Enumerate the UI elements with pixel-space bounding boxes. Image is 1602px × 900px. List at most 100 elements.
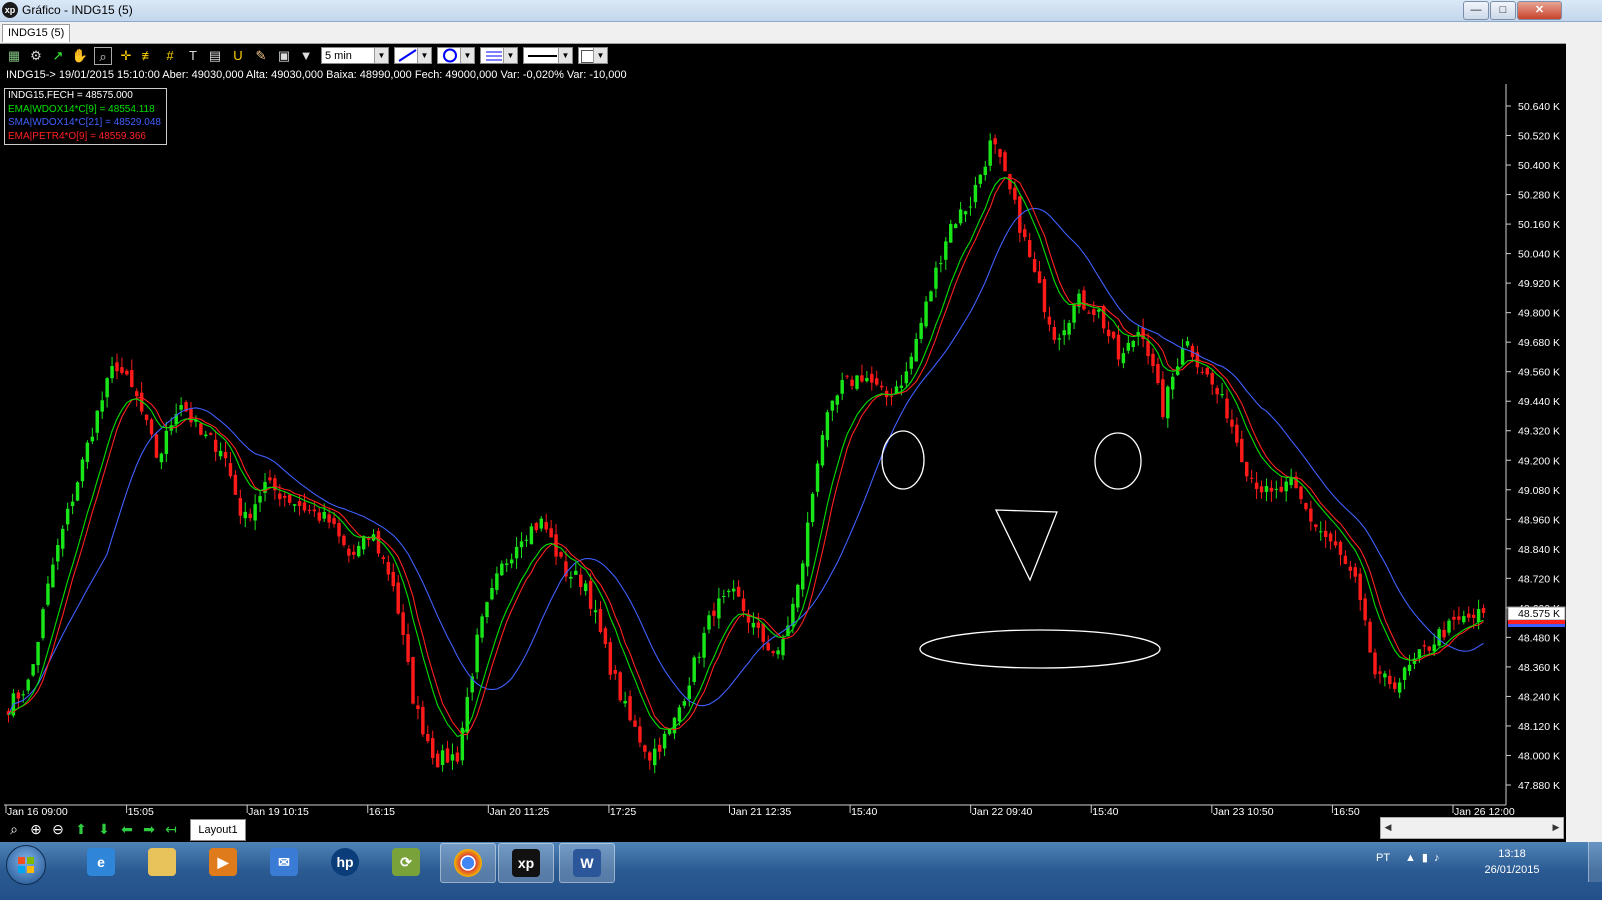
- candle-body: [1393, 682, 1397, 689]
- scroll-left-icon[interactable]: ◀: [1381, 818, 1395, 836]
- candle-body: [406, 634, 410, 662]
- arrow-right-icon[interactable]: ➡: [140, 820, 158, 838]
- legend-sma21: SMA|WDOX14*C[21] = 48529.048: [8, 117, 161, 128]
- legend-ema-petr: EMA|PETR4*O[9] = 48559.366: [8, 130, 146, 142]
- volume-icon[interactable]: ♪: [1434, 852, 1446, 864]
- tray-icons[interactable]: ▲▮♪: [1405, 851, 1445, 864]
- gear-icon[interactable]: ⚙: [27, 47, 45, 65]
- taskbar-word[interactable]: W: [559, 843, 615, 883]
- candle-body: [1264, 486, 1269, 492]
- candle-body: [1106, 329, 1111, 337]
- candle-body: [1353, 567, 1357, 577]
- zoom-cursor-icon[interactable]: ⌕: [94, 47, 112, 65]
- candle-body: [490, 587, 494, 600]
- candle-body: [1368, 621, 1372, 653]
- ellipse-tool-select[interactable]: ▼: [437, 47, 475, 64]
- minimize-button[interactable]: —: [1463, 1, 1489, 20]
- taskbar-sync[interactable]: ⟳: [379, 843, 433, 881]
- zoom-icon[interactable]: ⌕: [5, 820, 23, 838]
- maximize-button[interactable]: □: [1490, 1, 1516, 20]
- word-icon: W: [573, 849, 601, 877]
- mail-icon: ✉: [270, 848, 298, 876]
- candle-body: [396, 582, 400, 614]
- candle-body: [1052, 327, 1057, 340]
- candle-body: [1072, 304, 1076, 323]
- candle-body: [929, 291, 933, 302]
- magnet-icon[interactable]: U: [229, 47, 247, 65]
- chart-icon[interactable]: ▦: [5, 47, 23, 65]
- candle-body: [1254, 482, 1259, 490]
- eraser-icon[interactable]: ✎: [252, 47, 270, 65]
- calculator-icon[interactable]: ▤: [206, 47, 224, 65]
- color-select[interactable]: ▼: [578, 47, 608, 64]
- candle-body: [1097, 309, 1101, 312]
- media-player-icon: ▶: [209, 848, 237, 876]
- candle-body: [1358, 573, 1362, 601]
- layout-tab[interactable]: Layout1: [190, 819, 246, 841]
- taskbar-ie[interactable]: e: [74, 843, 128, 881]
- zoom-out-icon[interactable]: ⊖: [49, 820, 67, 838]
- y-tick-label: 48.360 K: [1518, 662, 1560, 674]
- arrow-down-icon[interactable]: ⬇: [95, 820, 113, 838]
- candle-body: [130, 370, 134, 387]
- candle-body: [445, 748, 450, 763]
- candle-body: [115, 362, 119, 372]
- text-icon[interactable]: T: [184, 47, 202, 65]
- candle-body: [381, 557, 386, 560]
- language-indicator[interactable]: PT: [1376, 852, 1390, 864]
- fibonacci-icon[interactable]: ≢: [139, 47, 157, 65]
- candle-body: [978, 174, 983, 184]
- taskbar-hp[interactable]: hp: [318, 843, 372, 881]
- taskbar-media[interactable]: ▶: [196, 843, 250, 881]
- candle-body: [1274, 488, 1279, 490]
- clock-date[interactable]: 26/01/2015: [1480, 864, 1544, 876]
- horizontal-scrollbar[interactable]: ◀ ▶: [1380, 817, 1564, 839]
- arrow-left-icon[interactable]: ⬅: [118, 820, 136, 838]
- line-style-select[interactable]: ▼: [480, 47, 518, 64]
- candle-body: [283, 496, 287, 498]
- line-width-select[interactable]: ▼: [523, 47, 573, 64]
- show-desktop-button[interactable]: [1588, 842, 1602, 882]
- tab-indg15[interactable]: INDG15 (5): [2, 24, 71, 42]
- candle-body: [317, 512, 321, 521]
- candle-body: [1407, 664, 1412, 672]
- network-icon[interactable]: ▮: [1422, 852, 1434, 864]
- title-bar[interactable]: xp Gráfico - INDG15 (5) — □ ✕: [0, 0, 1602, 22]
- crosshair-icon[interactable]: ✛: [117, 47, 135, 65]
- candle-body: [993, 138, 997, 145]
- candle-body: [559, 552, 563, 557]
- candle-body: [623, 701, 627, 704]
- scroll-right-icon[interactable]: ▶: [1549, 818, 1563, 836]
- arrow-up-icon[interactable]: ⬆: [72, 820, 90, 838]
- candle-body: [440, 750, 445, 765]
- candle-body: [500, 563, 504, 576]
- start-button[interactable]: [6, 845, 46, 885]
- close-button[interactable]: ✕: [1517, 1, 1562, 20]
- taskbar-mail[interactable]: ✉: [257, 843, 311, 881]
- show-hidden-icon[interactable]: ▲: [1405, 852, 1422, 864]
- y-tick-label: 50.280 K: [1518, 190, 1560, 202]
- clock-time[interactable]: 13:18: [1490, 848, 1534, 860]
- candle-body: [480, 616, 484, 638]
- taskbar-xp-app[interactable]: xp: [498, 843, 554, 883]
- taskbar-chrome[interactable]: [440, 843, 496, 883]
- trend-icon[interactable]: ↗: [49, 47, 67, 65]
- filter-icon[interactable]: ▼: [297, 47, 315, 65]
- taskbar-explorer[interactable]: [135, 843, 189, 881]
- candle-body: [988, 140, 992, 166]
- arrow-return-icon[interactable]: ↤: [162, 820, 180, 838]
- line-tool-select[interactable]: ▼: [394, 47, 432, 64]
- candle-body: [1348, 566, 1353, 571]
- zoom-in-icon[interactable]: ⊕: [27, 820, 45, 838]
- hand-icon[interactable]: ✋: [71, 47, 89, 65]
- candle-body: [1240, 438, 1244, 463]
- interval-select[interactable]: 5 min ▼: [321, 47, 389, 64]
- candle-body: [934, 267, 938, 289]
- grid-icon[interactable]: #: [161, 47, 179, 65]
- y-tick-label: 49.560 K: [1518, 367, 1560, 379]
- price-chart[interactable]: 50.640 K 50.520 K 50.400 K 50.280 K 50.160 K…: [0, 0, 1602, 900]
- chart-legend: INDG15.FECH = 48575.000 EMA|WDOX14*C[9] …: [4, 88, 167, 145]
- y-tick-label: 50.520 K: [1518, 131, 1560, 143]
- clipboard-icon[interactable]: ▣: [275, 47, 293, 65]
- candle-body: [717, 598, 721, 619]
